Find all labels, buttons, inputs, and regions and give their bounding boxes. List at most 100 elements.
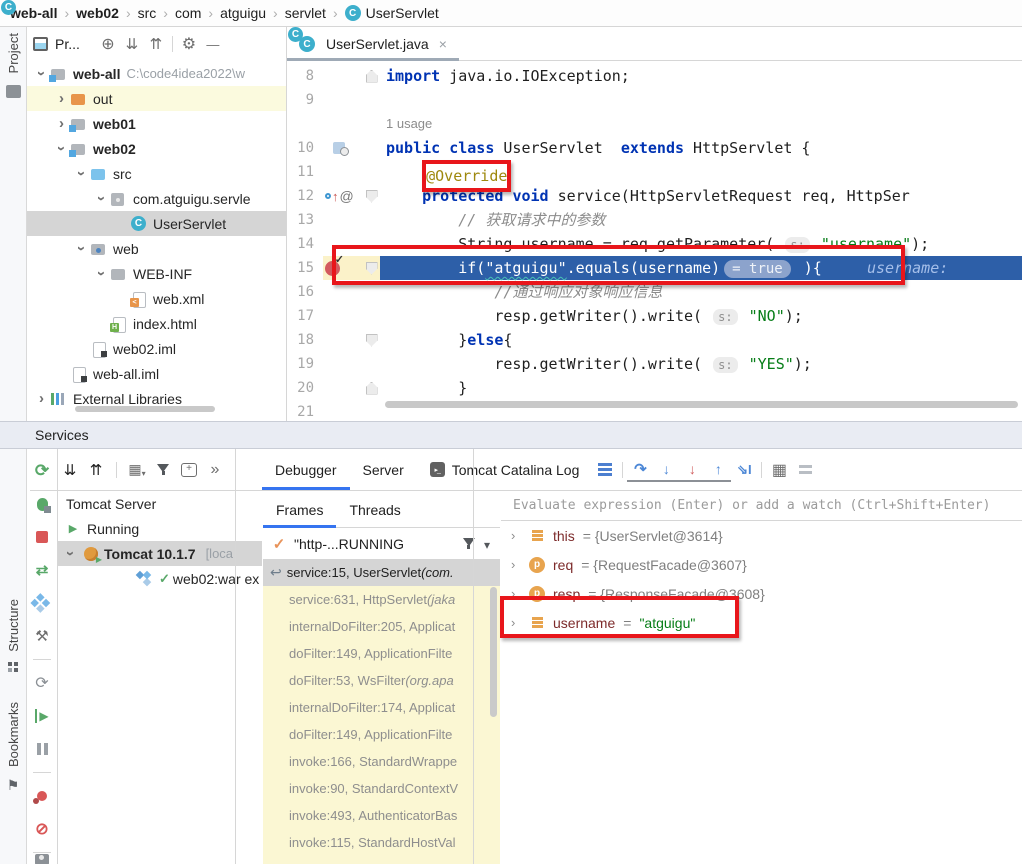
services-tree-artifact[interactable]: web02:war ex: [58, 566, 262, 591]
fold-marker[interactable]: [366, 70, 378, 83]
code-line[interactable]: 13 // 获取请求中的参数: [287, 208, 1022, 232]
close-tab-icon[interactable]: ×: [439, 36, 447, 52]
fold-marker[interactable]: [366, 262, 378, 275]
tab-debugger[interactable]: Debugger: [262, 449, 350, 490]
breadcrumb-item[interactable]: src: [138, 5, 157, 21]
chevron-down-icon[interactable]: [73, 240, 90, 257]
stack-frame[interactable]: internalDoFilter:205, Applicat: [263, 613, 500, 640]
code-editor[interactable]: 8import java.io.IOException;91 usage10pu…: [287, 61, 1022, 421]
force-step-into-icon[interactable]: [679, 458, 705, 482]
services-tree-root[interactable]: Tomcat Server: [58, 491, 262, 516]
code-line[interactable]: 8import java.io.IOException;: [287, 64, 1022, 88]
code-line[interactable]: 17 resp.getWriter().write( s: "NO");: [287, 304, 1022, 328]
stop-icon[interactable]: [32, 527, 52, 547]
fold-marker[interactable]: [366, 382, 378, 395]
tab-server[interactable]: Server: [350, 449, 417, 490]
project-horizontal-scrollbar[interactable]: [75, 406, 215, 412]
stack-frame[interactable]: service:631, HttpServlet (jaka: [263, 586, 500, 613]
overrides-method-icon[interactable]: ↑@: [325, 188, 354, 204]
stack-frame[interactable]: doFilter:149, ApplicationFilte: [263, 721, 500, 748]
variable-row[interactable]: ›this= {UserServlet@3614}: [501, 521, 1022, 550]
debug-icon[interactable]: [32, 494, 52, 514]
wrench-icon[interactable]: [32, 626, 52, 646]
structure-icon[interactable]: [8, 662, 12, 666]
code-line[interactable]: 16 //通过响应对象响应信息: [287, 280, 1022, 304]
dropdown-icon[interactable]: [484, 536, 490, 552]
breadcrumb-item[interactable]: atguigu: [220, 5, 266, 21]
project-folder-icon[interactable]: [6, 85, 21, 98]
chevron-down-icon[interactable]: [53, 140, 70, 157]
chevron-right-icon[interactable]: ›: [511, 615, 521, 630]
tree-item[interactable]: web.xml: [27, 286, 286, 311]
tab-tomcat-catalina-log[interactable]: Tomcat Catalina Log: [417, 449, 593, 490]
collapse-all-icon[interactable]: [144, 33, 168, 55]
step-out-icon[interactable]: [705, 458, 731, 482]
stack-frame[interactable]: invoke:493, AuthenticatorBas: [263, 802, 500, 829]
mute-breakpoints-icon[interactable]: [32, 819, 52, 839]
code-line[interactable]: 18 }else{: [287, 328, 1022, 352]
settings-gear-icon[interactable]: [177, 33, 201, 55]
refresh-icon[interactable]: [32, 673, 52, 693]
services-panel-header[interactable]: Services: [0, 421, 1022, 449]
chevron-right-icon[interactable]: ›: [511, 557, 521, 572]
group-by-icon[interactable]: [127, 460, 147, 480]
variable-row[interactable]: ›req= {RequestFacade@3607}: [501, 550, 1022, 579]
code-line[interactable]: 10public class UserServlet extends HttpS…: [287, 136, 1022, 160]
breadcrumb-item[interactable]: servlet: [285, 5, 326, 21]
chevron-right-icon[interactable]: ›: [511, 586, 521, 601]
thread-selector[interactable]: "http-...RUNNING: [263, 528, 500, 559]
rerun-icon[interactable]: [32, 461, 52, 481]
tree-item[interactable]: src: [27, 161, 286, 186]
step-into-icon[interactable]: [653, 458, 679, 482]
editor-tab-userservlet[interactable]: C UserServlet.java ×: [287, 27, 459, 61]
structure-rail-label[interactable]: Structure: [6, 599, 21, 652]
breadcrumb-item[interactable]: web-all: [10, 5, 57, 21]
breadcrumb-item[interactable]: web02: [76, 5, 119, 21]
stack-frame[interactable]: internalDoFilter:174, Applicat: [263, 694, 500, 721]
pause-icon[interactable]: [32, 739, 52, 759]
add-service-icon[interactable]: [179, 460, 199, 480]
resume-icon[interactable]: [32, 706, 52, 726]
hide-icon[interactable]: [201, 33, 225, 55]
code-line[interactable]: 9: [287, 88, 1022, 112]
tree-item[interactable]: UserServlet: [27, 211, 286, 236]
chevron-down-icon[interactable]: [62, 545, 79, 562]
expand-all-icon[interactable]: [60, 460, 80, 480]
bookmarks-rail-label[interactable]: Bookmarks: [6, 702, 21, 767]
locate-icon[interactable]: [96, 33, 120, 55]
step-over-icon[interactable]: [627, 458, 653, 482]
filter-icon[interactable]: [461, 535, 477, 553]
collapse-all-icon[interactable]: [86, 460, 106, 480]
tab-threads[interactable]: Threads: [336, 491, 413, 528]
chevron-down-icon[interactable]: [33, 65, 50, 82]
variable-row[interactable]: ›resp= {ResponseFacade@3608}: [501, 579, 1022, 608]
code-line[interactable]: 20 }: [287, 376, 1022, 400]
view-breakpoints-icon[interactable]: [32, 786, 52, 806]
expand-all-icon[interactable]: [120, 33, 144, 55]
editor-horizontal-scrollbar[interactable]: [385, 401, 1018, 408]
variable-row[interactable]: ›username= "atguigu": [501, 608, 1022, 637]
services-tree-tomcat-server[interactable]: Tomcat 10.1.7 [loca: [58, 541, 262, 566]
class-gutter-icon[interactable]: [333, 142, 345, 154]
tree-item[interactable]: web: [27, 236, 286, 261]
stack-frame[interactable]: service:15, UserServlet (com.: [263, 559, 500, 586]
chevron-right-icon[interactable]: ›: [511, 528, 521, 543]
stack-frame[interactable]: invoke:93, ErrorReportValve: [263, 856, 500, 864]
tree-item[interactable]: index.html: [27, 311, 286, 336]
chevron-right-icon[interactable]: [53, 115, 70, 132]
code-line[interactable]: 15 if("atguigu".equals(username)= true )…: [287, 256, 1022, 280]
chevron-right-icon[interactable]: [33, 390, 50, 407]
tree-item[interactable]: web01: [27, 111, 286, 136]
tree-item[interactable]: web-all.iml: [27, 361, 286, 386]
thread-dump-icon[interactable]: [32, 849, 52, 864]
evaluate-expression-input[interactable]: Evaluate expression (Enter) or add a wat…: [501, 491, 1022, 521]
tab-frames[interactable]: Frames: [263, 491, 336, 528]
code-line[interactable]: 12↑@ protected void service(HttpServletR…: [287, 184, 1022, 208]
chevron-down-icon[interactable]: [73, 165, 90, 182]
project-rail-label[interactable]: Project: [6, 33, 21, 73]
filter-icon[interactable]: [153, 460, 173, 480]
restore-layout-icon[interactable]: [592, 458, 618, 482]
chevron-down-icon[interactable]: [93, 190, 110, 207]
fold-marker[interactable]: [366, 190, 378, 203]
run-to-cursor-icon[interactable]: [731, 458, 757, 482]
